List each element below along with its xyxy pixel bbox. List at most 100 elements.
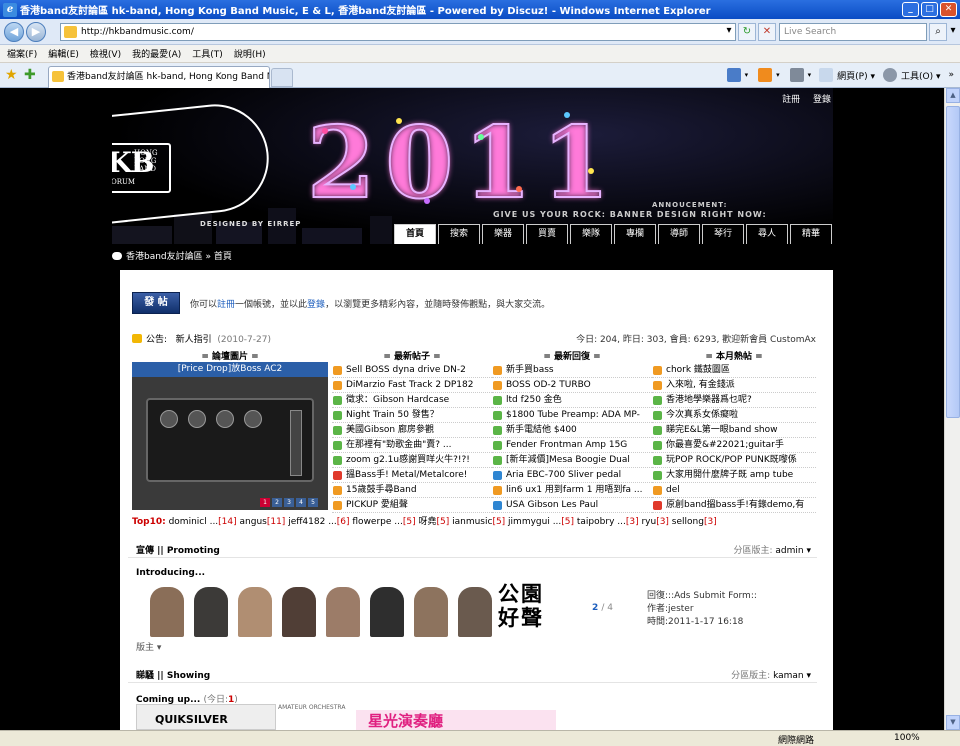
search-input[interactable]: Live Search: [779, 23, 927, 41]
back-button[interactable]: ◀: [4, 22, 24, 42]
list-item[interactable]: PICKUP 愛組聲: [332, 498, 492, 513]
home-icon[interactable]: [726, 68, 741, 82]
thread-title[interactable]: lin6 ux1 用到farm 1 用唔到fa ...: [506, 485, 642, 495]
tab-bands[interactable]: 樂隊: [570, 224, 612, 244]
list-item[interactable]: [新年減價]Mesa Boogie Dual: [492, 453, 652, 468]
moderator-link[interactable]: kaman ▾: [773, 671, 811, 681]
menu-view[interactable]: 檢視(V): [90, 47, 121, 60]
thread-title[interactable]: 在那裡有"勁歌金曲"賣? ...: [346, 440, 452, 450]
thread-title[interactable]: 徵求：Gibson Hardcase: [346, 395, 449, 405]
thread-title[interactable]: 大家用開什麼牌子既 amp tube: [666, 470, 793, 480]
tab-tutors[interactable]: 導師: [658, 224, 700, 244]
thread-title[interactable]: BOSS OD-2 TURBO: [506, 380, 591, 390]
list-item[interactable]: zoom g2.1u感謝買咩火牛?!?!: [332, 453, 492, 468]
close-button[interactable]: ✕: [940, 2, 957, 17]
image-page-4[interactable]: 4: [296, 498, 306, 507]
address-dropdown-icon[interactable]: ▾: [720, 23, 738, 41]
thread-title[interactable]: 原創band搵bass手!有錄demo,有: [666, 500, 804, 510]
tab-shops[interactable]: 琴行: [702, 224, 744, 244]
minimize-button[interactable]: _: [902, 2, 919, 17]
thread-title[interactable]: Aria EBC-700 Sliver pedal: [506, 470, 621, 480]
tab-search[interactable]: 搜索: [438, 224, 480, 244]
search-options-icon[interactable]: ▾: [944, 23, 960, 41]
list-item[interactable]: 美國Gibson 廊房參觀: [332, 423, 492, 438]
menu-favorites[interactable]: 我的最愛(A): [132, 47, 181, 60]
scroll-thumb[interactable]: [946, 106, 960, 418]
promo-pager[interactable]: 2 / 4: [592, 603, 613, 613]
list-item[interactable]: DiMarzio Fast Track 2 DP182: [332, 378, 492, 393]
list-item[interactable]: 原創band搵bass手!有錄demo,有: [652, 498, 816, 513]
image-page-2[interactable]: 2: [272, 498, 282, 507]
thread-title[interactable]: 入來啦, 有金錢派: [666, 380, 735, 390]
thread-title[interactable]: 搵Bass手! Metal/Metalcore!: [346, 470, 467, 480]
promo-reply[interactable]: 回復:::Ads Submit Form::: [647, 590, 757, 603]
menu-help[interactable]: 說明(H): [234, 47, 266, 60]
top10-user[interactable]: taipobry ...: [574, 517, 626, 527]
vertical-scrollbar[interactable]: ▲ ▼: [944, 88, 960, 730]
thread-title[interactable]: PICKUP 愛組聲: [346, 500, 408, 510]
thread-title[interactable]: 15歲鼓手尋Band: [346, 485, 417, 495]
top10-user[interactable]: ryu: [639, 517, 656, 527]
tab-columns[interactable]: 專欄: [614, 224, 656, 244]
showing-banner-image[interactable]: QUIKSILVER AMATEUR ORCHESTRA 星光演奏廳: [136, 704, 556, 730]
thread-title[interactable]: 新手電結他 $400: [506, 425, 577, 435]
thread-title[interactable]: 你最喜愛&#22021;guitar手: [666, 440, 784, 450]
list-item[interactable]: Fender Frontman Amp 15G: [492, 438, 652, 453]
top10-user[interactable]: ianmusic: [449, 517, 492, 527]
scroll-down-button[interactable]: ▼: [946, 715, 960, 730]
thread-title[interactable]: zoom g2.1u感謝買咩火牛?!?!: [346, 455, 470, 465]
section-title[interactable]: 睇騷 || Showing: [136, 668, 210, 681]
thread-title[interactable]: USA Gibson Les Paul: [506, 500, 598, 510]
list-item[interactable]: ltd f250 金色: [492, 393, 652, 408]
list-item[interactable]: 搵Bass手! Metal/Metalcore!: [332, 468, 492, 483]
tab-home[interactable]: 首頁: [394, 224, 436, 244]
breadcrumb-text[interactable]: 香港band友討論區 » 首頁: [126, 252, 232, 262]
list-item[interactable]: 在那裡有"勁歌金曲"賣? ...: [332, 438, 492, 453]
browser-tab[interactable]: 香港band友討論區 hk-band, Hong Kong Band Music…: [48, 66, 270, 88]
feeds-dropdown-icon[interactable]: ▾: [776, 71, 780, 79]
image-page-1[interactable]: 1: [260, 498, 270, 507]
list-item[interactable]: 新手買bass: [492, 363, 652, 378]
thread-title[interactable]: ltd f250 金色: [506, 395, 562, 405]
forward-button[interactable]: ▶: [26, 22, 46, 42]
thread-title[interactable]: chork 鐵鼓圖區: [666, 365, 730, 375]
more-icon[interactable]: »: [948, 70, 954, 80]
refresh-button[interactable]: ↻: [738, 23, 756, 41]
tools-menu[interactable]: 工具(O) ▾: [901, 69, 941, 82]
list-item[interactable]: BOSS OD-2 TURBO: [492, 378, 652, 393]
print-icon[interactable]: [789, 68, 804, 82]
image-caption[interactable]: [Price Drop]放Boss AC2: [132, 362, 328, 377]
list-item[interactable]: $1800 Tube Preamp: ADA MP-: [492, 408, 652, 423]
top10-user[interactable]: flowerpe ...: [350, 517, 402, 527]
new-post-button[interactable]: 發 帖: [132, 292, 180, 314]
thread-title[interactable]: 美國Gibson 廊房參觀: [346, 425, 434, 435]
thread-title[interactable]: [新年減價]Mesa Boogie Dual: [506, 455, 630, 465]
home-dropdown-icon[interactable]: ▾: [745, 71, 749, 79]
scroll-up-button[interactable]: ▲: [946, 88, 960, 103]
image-page-5[interactable]: 5: [308, 498, 318, 507]
thread-title[interactable]: 香港地學樂器爲乜呢?: [666, 395, 752, 405]
thread-title[interactable]: DiMarzio Fast Track 2 DP182: [346, 380, 473, 390]
list-item[interactable]: Sell BOSS dyna drive DN-2: [332, 363, 492, 378]
moderator-row[interactable]: 版主 ▾: [136, 640, 161, 653]
top10-user[interactable]: dominicl ...: [169, 517, 219, 527]
announcement-link[interactable]: 新人指引: [176, 335, 212, 345]
thread-title[interactable]: 今次真系女係癡啦: [666, 410, 738, 420]
login-link[interactable]: 登錄: [307, 300, 325, 310]
list-item[interactable]: 今次真系女係癡啦: [652, 408, 816, 423]
list-item[interactable]: 睇完E&L第一眼band show: [652, 423, 816, 438]
top10-user[interactable]: jeff4182 ...: [285, 517, 337, 527]
list-item[interactable]: 入來啦, 有金錢派: [652, 378, 816, 393]
list-item[interactable]: Aria EBC-700 Sliver pedal: [492, 468, 652, 483]
thread-title[interactable]: 玩POP ROCK/POP PUNK既嚟係: [666, 455, 797, 465]
list-item[interactable]: 香港地學樂器爲乜呢?: [652, 393, 816, 408]
list-item[interactable]: Night Train 50 發售？: [332, 408, 492, 423]
list-item[interactable]: lin6 ux1 用到farm 1 用唔到fa ...: [492, 483, 652, 498]
featured-image[interactable]: [Price Drop]放Boss AC2 1 2 3 4 5: [132, 362, 328, 510]
thread-title[interactable]: 新手買bass: [506, 365, 554, 375]
image-page-3[interactable]: 3: [284, 498, 294, 507]
section-title[interactable]: 宣傳 || Promoting: [136, 543, 220, 556]
add-favorite-icon[interactable]: ✚: [24, 67, 36, 83]
thread-title[interactable]: Sell BOSS dyna drive DN-2: [346, 365, 466, 375]
top10-user[interactable]: 呀堯: [416, 517, 436, 527]
